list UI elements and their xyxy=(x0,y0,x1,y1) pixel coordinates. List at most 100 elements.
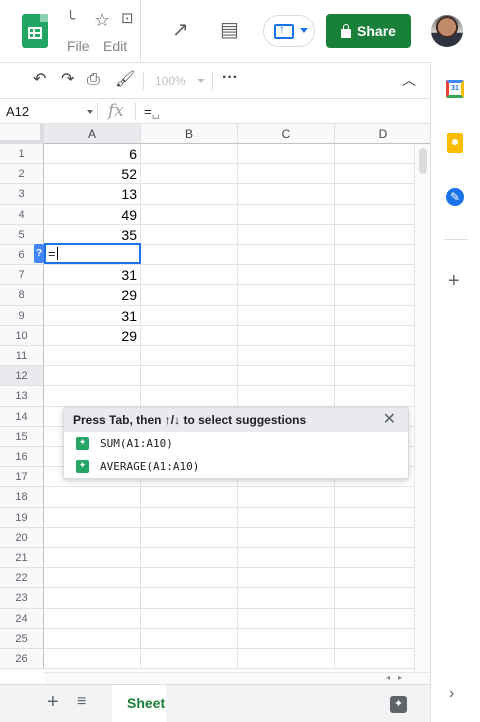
row-header[interactable]: 10 xyxy=(0,325,44,346)
comment-icon[interactable]: ▤ xyxy=(220,20,239,40)
cell-c2[interactable] xyxy=(238,164,335,185)
name-box[interactable]: A12 xyxy=(6,104,29,119)
row-header[interactable]: 2 xyxy=(0,164,44,185)
cell-a7[interactable]: 31 xyxy=(44,265,141,286)
more-icon[interactable]: ··· xyxy=(222,70,238,86)
cell-c8[interactable] xyxy=(238,285,335,306)
cell-a23[interactable] xyxy=(44,588,141,609)
row-header[interactable]: 5 xyxy=(0,224,44,245)
cell-c6[interactable] xyxy=(238,245,335,266)
add-sheet-button[interactable]: + xyxy=(47,692,59,712)
cell-b6[interactable] xyxy=(141,245,238,266)
avatar[interactable] xyxy=(431,15,463,47)
cell-a22[interactable] xyxy=(44,568,141,589)
cell-a24[interactable] xyxy=(44,608,141,629)
collapse-icon[interactable]: ︿ xyxy=(402,73,416,87)
sheets-logo[interactable] xyxy=(22,14,48,48)
sheet-tab-active[interactable]: Sheet1 xyxy=(112,685,166,722)
star-icon[interactable]: ☆ xyxy=(94,11,110,29)
row-header[interactable]: 25 xyxy=(0,628,44,649)
row-header[interactable]: 22 xyxy=(0,568,44,589)
cell-a26[interactable] xyxy=(44,649,141,670)
explore-icon[interactable]: ✦ xyxy=(390,696,407,713)
cell-a18[interactable] xyxy=(44,487,141,508)
cell-c24[interactable] xyxy=(238,608,335,629)
cell-a10[interactable]: 29 xyxy=(44,325,141,346)
cell-a12[interactable] xyxy=(44,366,141,387)
row-header[interactable]: 24 xyxy=(0,608,44,629)
cell-c20[interactable] xyxy=(238,527,335,548)
row-header[interactable]: 26 xyxy=(0,649,44,670)
trending-icon[interactable]: ↗ xyxy=(172,20,189,40)
row-header[interactable]: 4 xyxy=(0,204,44,225)
keep-icon[interactable] xyxy=(447,133,463,153)
cell-a2[interactable]: 52 xyxy=(44,164,141,185)
menu-file[interactable]: File xyxy=(67,38,90,54)
cell-b5[interactable] xyxy=(141,224,238,245)
cell-a3[interactable]: 13 xyxy=(44,184,141,205)
cell-c1[interactable] xyxy=(238,144,335,165)
cell-a19[interactable] xyxy=(44,507,141,528)
cell-c23[interactable] xyxy=(238,588,335,609)
select-all-corner[interactable] xyxy=(0,124,44,144)
cell-a1[interactable]: 6 xyxy=(44,144,141,165)
column-header-d[interactable]: D xyxy=(335,124,430,144)
horizontal-scrollbar[interactable] xyxy=(44,672,430,684)
name-box-caret-icon[interactable] xyxy=(87,110,93,114)
row-header[interactable]: 14 xyxy=(0,406,44,427)
cell-c3[interactable] xyxy=(238,184,335,205)
cell-b19[interactable] xyxy=(141,507,238,528)
cell-b23[interactable] xyxy=(141,588,238,609)
menu-edit[interactable]: Edit xyxy=(103,38,127,54)
cell-a21[interactable] xyxy=(44,548,141,569)
row-header[interactable]: 12 xyxy=(0,366,44,387)
cell-b10[interactable] xyxy=(141,325,238,346)
column-header-c[interactable]: C xyxy=(238,124,335,144)
row-header[interactable]: 7 xyxy=(0,265,44,286)
all-sheets-button[interactable]: ≡ xyxy=(77,694,86,710)
cell-c12[interactable] xyxy=(238,366,335,387)
cell-b22[interactable] xyxy=(141,568,238,589)
cell-c10[interactable] xyxy=(238,325,335,346)
cell-b12[interactable] xyxy=(141,366,238,387)
cell-b18[interactable] xyxy=(141,487,238,508)
row-header[interactable]: 23 xyxy=(0,588,44,609)
cell-a25[interactable] xyxy=(44,628,141,649)
row-header[interactable]: 15 xyxy=(0,426,44,447)
print-icon[interactable]: ⎙ xyxy=(87,72,100,88)
cell-b11[interactable] xyxy=(141,346,238,367)
cell-c22[interactable] xyxy=(238,568,335,589)
zoom-select[interactable]: 100% xyxy=(155,74,186,88)
move-icon[interactable]: ⊡ xyxy=(121,11,134,26)
cell-b26[interactable] xyxy=(141,649,238,670)
cell-c5[interactable] xyxy=(238,224,335,245)
cell-c11[interactable] xyxy=(238,346,335,367)
column-header-a[interactable]: A xyxy=(44,124,141,144)
cell-b4[interactable] xyxy=(141,204,238,225)
cell-c9[interactable] xyxy=(238,305,335,326)
add-addon-button[interactable]: + xyxy=(448,271,460,291)
cell-b7[interactable] xyxy=(141,265,238,286)
row-header[interactable]: 13 xyxy=(0,386,44,407)
vertical-scrollbar[interactable] xyxy=(414,144,430,672)
cell-c4[interactable] xyxy=(238,204,335,225)
cell-b8[interactable] xyxy=(141,285,238,306)
formula-help-button[interactable]: ? xyxy=(34,244,44,263)
row-header[interactable]: 17 xyxy=(0,467,44,488)
active-cell-editor[interactable]: = xyxy=(44,243,141,264)
cell-c18[interactable] xyxy=(238,487,335,508)
cell-b25[interactable] xyxy=(141,628,238,649)
column-header-b[interactable]: B xyxy=(141,124,238,144)
scroll-arrows-icon[interactable]: ◂▸ xyxy=(386,673,410,682)
calendar-icon[interactable]: 31 xyxy=(446,80,464,98)
paint-format-icon[interactable]: 🖌 xyxy=(115,72,135,88)
cell-b1[interactable] xyxy=(141,144,238,165)
cell-c21[interactable] xyxy=(238,548,335,569)
scroll-thumb[interactable] xyxy=(419,148,427,174)
cell-c26[interactable] xyxy=(238,649,335,670)
cell-b24[interactable] xyxy=(141,608,238,629)
cell-b20[interactable] xyxy=(141,527,238,548)
close-icon[interactable]: ✕ xyxy=(383,408,396,432)
cell-b3[interactable] xyxy=(141,184,238,205)
row-header[interactable]: 20 xyxy=(0,527,44,548)
